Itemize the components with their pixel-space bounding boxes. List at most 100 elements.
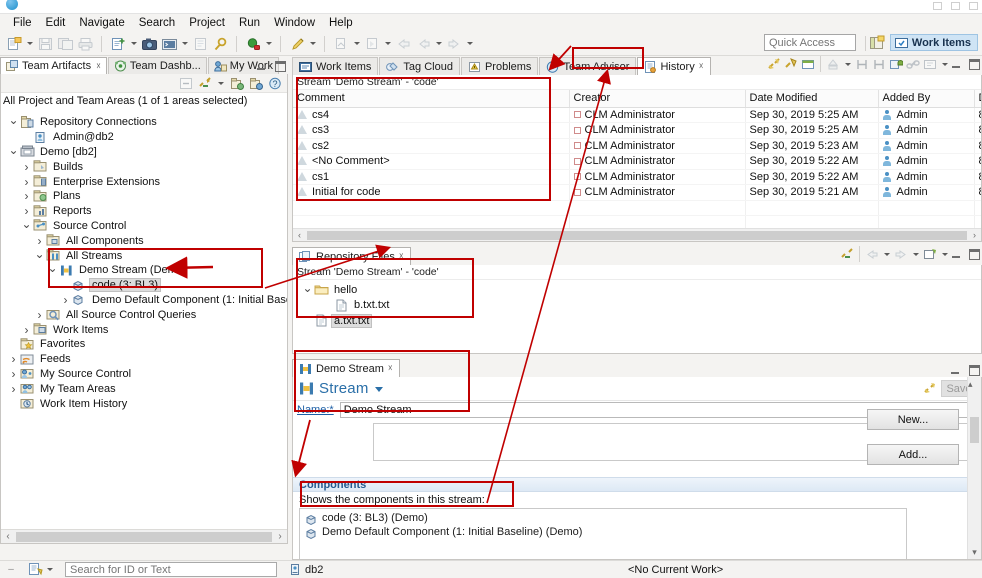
repo-file-item[interactable]: b.txt.txt [293,298,981,314]
history-dropdown-icon[interactable] [842,54,853,74]
tree-item-code-3-bl3[interactable]: code (3: BL3) [1,278,287,293]
view-menu-icon[interactable] [939,244,950,264]
refresh-repository-icon[interactable] [247,75,264,92]
tree-item-enterprise-extensions[interactable]: Enterprise Extensions [1,174,287,189]
col-added-by[interactable]: Added By [878,90,975,108]
help-icon[interactable]: ? [266,75,283,92]
tree-item-plans[interactable]: Plans [1,189,287,204]
stream-editor-vscrollbar[interactable]: ▴ ▾ [967,377,981,559]
repo-file-item[interactable]: hello [293,282,981,298]
tree-twisty-closed-icon[interactable] [20,160,33,174]
forward-dropdown-icon[interactable] [910,244,921,264]
back-dropdown-icon[interactable] [881,244,892,264]
terminal-icon[interactable] [159,34,179,54]
open-perspective-icon[interactable] [869,35,886,51]
tree-item-favorites[interactable]: Favorites [1,337,287,352]
menu-run[interactable]: Run [232,16,267,30]
minimize-icon[interactable] [933,2,942,10]
tab-problems[interactable]: Problems [460,57,539,75]
stream-link-icon[interactable] [922,381,937,396]
close-icon[interactable]: ☓ [399,251,404,262]
scroll-up-icon[interactable]: ▴ [968,379,973,389]
history-hscrollbar[interactable]: ‹ › [293,228,981,241]
tree-twisty-closed-icon[interactable] [20,175,33,189]
link-icon[interactable] [905,56,921,72]
close-icon[interactable]: ☓ [388,363,393,374]
view-menu-dropdown-icon[interactable] [215,73,226,93]
tab-team-dashboard[interactable]: Team Dashb... [107,57,207,74]
next-change-icon[interactable] [871,56,887,72]
minimize-panel-icon[interactable] [951,59,962,70]
tab-history[interactable]: History ☓ [637,57,711,75]
menu-window[interactable]: Window [267,16,322,30]
tree-twisty-open-icon[interactable] [46,263,59,277]
maximize-icon[interactable] [951,2,960,10]
lock-change-set-icon[interactable] [888,56,904,72]
menu-navigate[interactable]: Navigate [72,16,131,30]
next-dropdown-icon[interactable] [464,34,475,54]
menu-project[interactable]: Project [182,16,232,30]
maximize-panel-icon[interactable] [969,58,980,70]
col-comment[interactable]: Comment [293,90,570,108]
tree-item-builds[interactable]: Builds [1,159,287,174]
status-search-input[interactable] [65,562,277,577]
run-dropdown-icon[interactable] [382,34,393,54]
table-row[interactable]: Initial for code CLM Administrator Sep 30,… [293,184,981,201]
new-work-item-icon[interactable] [108,34,128,54]
stream-editor-title[interactable]: Stream [319,380,383,397]
scroll-left-icon[interactable]: ‹ [1,531,15,542]
new-component-button[interactable]: New... [867,409,959,430]
menu-search[interactable]: Search [132,16,182,30]
collapse-history-icon[interactable] [825,56,841,72]
tree-item-all-streams[interactable]: All Streams [1,248,287,263]
menu-help[interactable]: Help [322,16,360,30]
show-annotations-icon[interactable] [922,56,938,72]
tree-twisty-closed-icon[interactable] [7,352,20,366]
minimize-panel-icon[interactable] [951,249,962,260]
tree-twisty-closed-icon[interactable] [7,382,20,396]
tab-tag-cloud[interactable]: Tag Cloud [379,57,460,75]
back-nav-icon[interactable] [393,34,413,54]
tree-item-work-item-history[interactable]: Work Item History [1,396,287,411]
save-icon[interactable] [35,34,55,54]
open-in-new-icon[interactable] [922,246,938,262]
col-creator[interactable]: Creator [569,90,746,108]
minimize-view-icon[interactable] [256,61,267,72]
link-with-editor-icon[interactable] [839,246,855,262]
perspective-work-items-button[interactable]: Work Items [889,34,978,51]
tree-twisty-closed-icon[interactable] [33,234,46,248]
tab-team-advisor[interactable]: Team Advisor [539,57,637,75]
back-icon[interactable] [864,246,880,262]
search-scope-dropdown-icon[interactable] [44,560,55,578]
tree-item-source-control[interactable]: Source Control [1,219,287,234]
run-icon[interactable] [362,34,382,54]
tree-twisty-open-icon[interactable] [20,219,33,233]
open-history-editor-icon[interactable] [800,56,816,72]
next-icon[interactable] [444,34,464,54]
search-repository-icon[interactable] [243,34,263,54]
quick-access-input[interactable] [764,34,856,51]
notes-icon[interactable] [190,34,210,54]
tree-twisty-closed-icon[interactable] [7,367,20,381]
show-in-stream-icon[interactable] [766,56,782,72]
tree-twisty-open-icon[interactable] [33,249,46,263]
tree-twisty-open-icon[interactable] [301,283,314,297]
search-dropdown-icon[interactable] [263,34,274,54]
add-repository-icon[interactable] [228,75,245,92]
previous-dropdown-icon[interactable] [433,34,444,54]
print-icon[interactable] [75,34,95,54]
tree-item-all-source-control-queries[interactable]: All Source Control Queries [1,307,287,322]
tree-item-work-items[interactable]: Work Items [1,322,287,337]
tree-item-admin-db2[interactable]: Admin@db2 [1,130,287,145]
component-list-item[interactable]: Demo Default Component (1: Initial Basel… [300,525,906,539]
save-all-icon[interactable] [55,34,75,54]
pin-icon[interactable] [210,34,230,54]
tree-item-demo-stream-demo[interactable]: Demo Stream (Demo) [1,263,287,278]
table-row[interactable]: cs1 CLM Administrator Sep 30, 2019 5:22 AM… [293,169,981,185]
tab-repository-files[interactable]: Repository Files ☓ [292,247,411,265]
components-list[interactable]: code (3: BL3) (Demo) Demo Default Compone… [299,508,907,559]
tab-team-artifacts[interactable]: Team Artifacts ☓ [0,57,107,74]
tree-twisty-closed-icon[interactable] [20,323,33,337]
tree-item-all-components[interactable]: All Components [1,233,287,248]
tree-item-repository-connections[interactable]: Repository Connections [1,115,287,130]
